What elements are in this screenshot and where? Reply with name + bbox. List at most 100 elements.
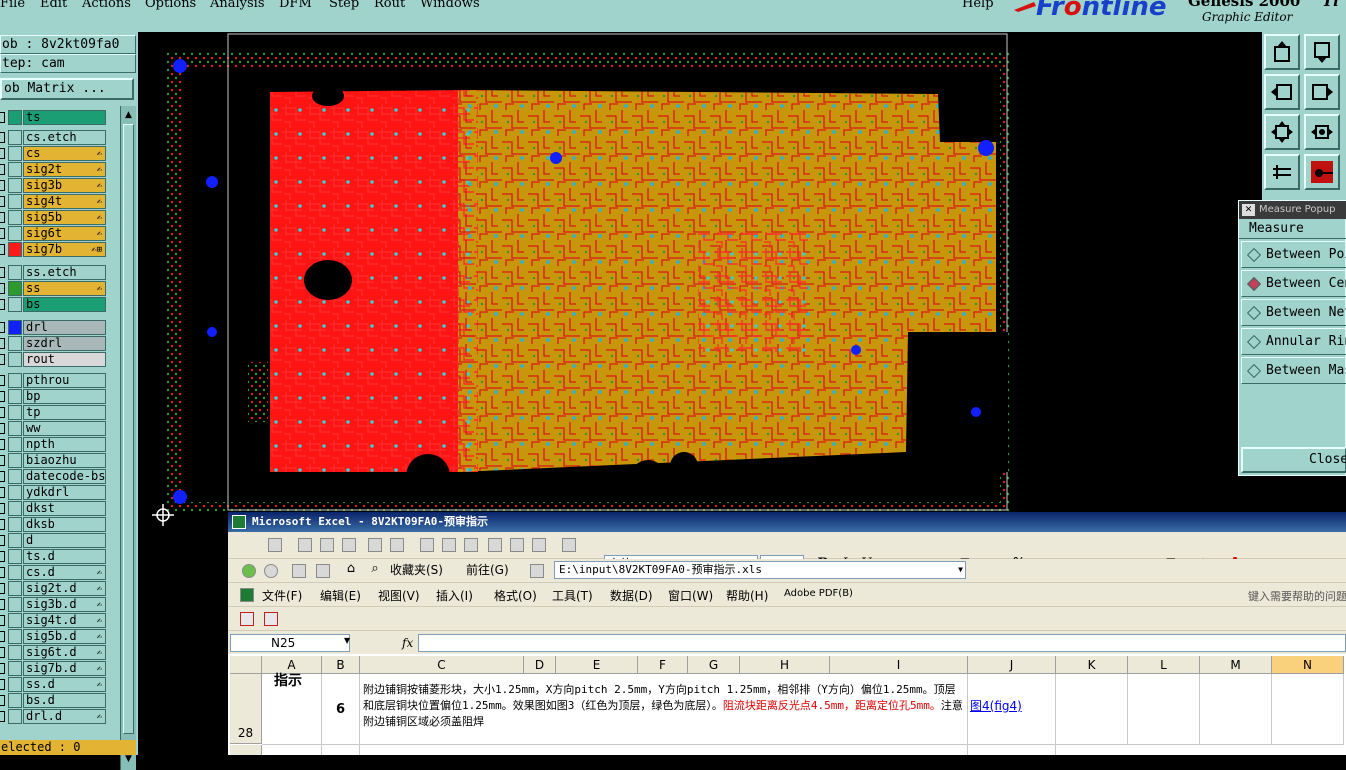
compress-icon[interactable] — [488, 538, 502, 552]
layer-row-ww[interactable]: ww — [0, 421, 108, 436]
layer-name[interactable]: szdrl — [23, 336, 106, 351]
home-icon[interactable]: ⌂ — [342, 561, 360, 577]
shape-icon[interactable] — [298, 538, 312, 552]
layer-name[interactable]: ww — [23, 421, 106, 436]
layer-name[interactable]: sig6t ✍ — [23, 226, 106, 241]
layer-name[interactable]: ss.etch — [23, 265, 106, 280]
layer-name[interactable]: sig7b.d ✍ — [23, 661, 106, 676]
job-matrix-button[interactable]: ob Matrix ... — [0, 78, 134, 100]
chevron-down-icon[interactable]: ▼ — [344, 636, 350, 645]
layer-name[interactable]: pthrou — [23, 373, 106, 388]
layer-checkbox[interactable] — [0, 267, 5, 278]
effect-icon[interactable] — [368, 538, 382, 552]
measure-option-points[interactable]: Between Points — [1241, 241, 1346, 268]
stop-icon[interactable] — [292, 564, 306, 578]
shape-icon[interactable] — [342, 538, 356, 552]
layer-color-swatch[interactable] — [8, 437, 22, 452]
cell-b29[interactable] — [322, 745, 360, 755]
layer-checkbox[interactable] — [0, 647, 5, 658]
row-header[interactable] — [230, 745, 262, 755]
layer-checkbox[interactable] — [0, 695, 5, 706]
shape-icon[interactable] — [320, 538, 334, 552]
layer-checkbox[interactable] — [0, 338, 5, 349]
menu-file[interactable]: File — [0, 0, 25, 11]
pan-down-button[interactable] — [1304, 34, 1340, 70]
layer-row-datecode-bs[interactable]: datecode-bs — [0, 469, 108, 484]
menu-analysis[interactable]: Analysis — [210, 0, 265, 11]
layer-checkbox[interactable] — [0, 391, 5, 402]
menu-edit[interactable]: Edit — [40, 0, 67, 11]
cell-k28[interactable] — [1056, 674, 1128, 745]
row-header[interactable]: 28 — [230, 674, 262, 744]
column-header[interactable]: I — [830, 656, 968, 674]
cell-c29[interactable] — [360, 745, 968, 755]
layer-checkbox[interactable] — [0, 228, 5, 239]
layer-row-sig5b[interactable]: sig5b ✍ — [0, 210, 108, 225]
formula-bar[interactable] — [418, 634, 1346, 652]
layer-name[interactable]: sig5b.d ✍ — [23, 629, 106, 644]
layer-checkbox[interactable] — [0, 375, 5, 386]
layer-row-sig6t-d[interactable]: sig6t.d ✍ — [0, 645, 108, 660]
layer-color-swatch[interactable] — [8, 549, 22, 564]
layer-row-sig7b[interactable]: sig7b ✍⊞ — [0, 242, 108, 257]
layer-name[interactable]: sig6t.d ✍ — [23, 645, 106, 660]
name-box[interactable]: N25 — [230, 634, 350, 652]
layer-name[interactable]: ss ✍ — [23, 281, 106, 296]
cell-c28[interactable]: 附边铺铜按铺菱形块，大小1.25mm，X方向pitch 2.5mm，Y方向pit… — [360, 674, 968, 745]
select-all-corner[interactable] — [230, 656, 262, 674]
show-web-toolbar-icon[interactable] — [530, 564, 544, 578]
measure-option-annular[interactable]: Annular Ring — [1241, 328, 1346, 355]
snap-tool-button[interactable] — [1304, 154, 1340, 190]
layer-row-sig3b[interactable]: sig3b ✍ — [0, 178, 108, 193]
menu-help[interactable]: Help — [962, 0, 994, 11]
line-style-icon[interactable] — [464, 538, 478, 552]
layer-color-swatch[interactable] — [8, 146, 22, 161]
menu-options[interactable]: Options — [145, 0, 196, 11]
layer-name[interactable]: cs.d ✍ — [23, 565, 106, 580]
contrast-icon[interactable] — [442, 538, 456, 552]
column-header[interactable]: C — [360, 656, 524, 674]
layer-checkbox[interactable] — [0, 439, 5, 450]
layer-checkbox[interactable] — [0, 196, 5, 207]
layer-name[interactable]: ydkdrl — [23, 485, 106, 500]
transparent-icon[interactable] — [532, 538, 546, 552]
layer-color-swatch[interactable] — [8, 453, 22, 468]
favorites-menu[interactable]: 收藏夹(S) — [390, 562, 443, 578]
layer-color-swatch[interactable] — [8, 469, 22, 484]
layer-row-npth[interactable]: npth — [0, 437, 108, 452]
menu-data-cn[interactable]: 数据(D) — [610, 587, 653, 604]
layer-row-cs-d[interactable]: cs.d ✍ — [0, 565, 108, 580]
column-header[interactable]: E — [556, 656, 638, 674]
pan-left-button[interactable] — [1264, 74, 1300, 110]
layer-checkbox[interactable] — [0, 679, 5, 690]
layer-checkbox[interactable] — [0, 455, 5, 466]
layer-name[interactable]: drl — [23, 320, 106, 335]
cell-m28[interactable] — [1200, 674, 1272, 745]
help-question-box[interactable]: 键入需要帮助的问题 — [1248, 588, 1346, 604]
layer-name[interactable]: ss.d ✍ — [23, 677, 106, 692]
measure-tool-button[interactable] — [1264, 154, 1300, 190]
search-icon[interactable]: ⌕ — [366, 561, 384, 577]
layer-color-swatch[interactable] — [8, 336, 22, 351]
layer-scrollbar[interactable]: ▲ ▼ — [120, 106, 136, 770]
worksheet[interactable]: A B C D E F G H I J K L M N 28 指示 6 附边铺铜… — [228, 654, 1346, 755]
pcb-graphic-view[interactable] — [138, 32, 1010, 512]
column-header[interactable]: J — [968, 656, 1056, 674]
menu-view-cn[interactable]: 视图(V) — [378, 587, 420, 604]
layer-name[interactable]: ts.d — [23, 549, 106, 564]
close-icon[interactable]: ✕ — [1242, 204, 1255, 216]
layer-name[interactable]: dkst — [23, 501, 106, 516]
layer-name[interactable]: ts — [23, 110, 106, 125]
layer-color-swatch[interactable] — [8, 581, 22, 596]
layer-name[interactable]: bs.d — [23, 693, 106, 708]
layer-checkbox[interactable] — [0, 631, 5, 642]
zoom-out-button[interactable] — [1264, 114, 1300, 150]
layer-row-ss-etch[interactable]: ss.etch — [0, 265, 108, 280]
layer-checkbox[interactable] — [0, 180, 5, 191]
layer-name[interactable]: cs ✍ — [23, 146, 106, 161]
layer-row-ts-d[interactable]: ts.d — [0, 549, 108, 564]
layer-checkbox[interactable] — [0, 551, 5, 562]
layer-row-sig7b-d[interactable]: sig7b.d ✍ — [0, 661, 108, 676]
layer-row-ss-d[interactable]: ss.d ✍ — [0, 677, 108, 692]
layer-checkbox[interactable] — [0, 322, 5, 333]
